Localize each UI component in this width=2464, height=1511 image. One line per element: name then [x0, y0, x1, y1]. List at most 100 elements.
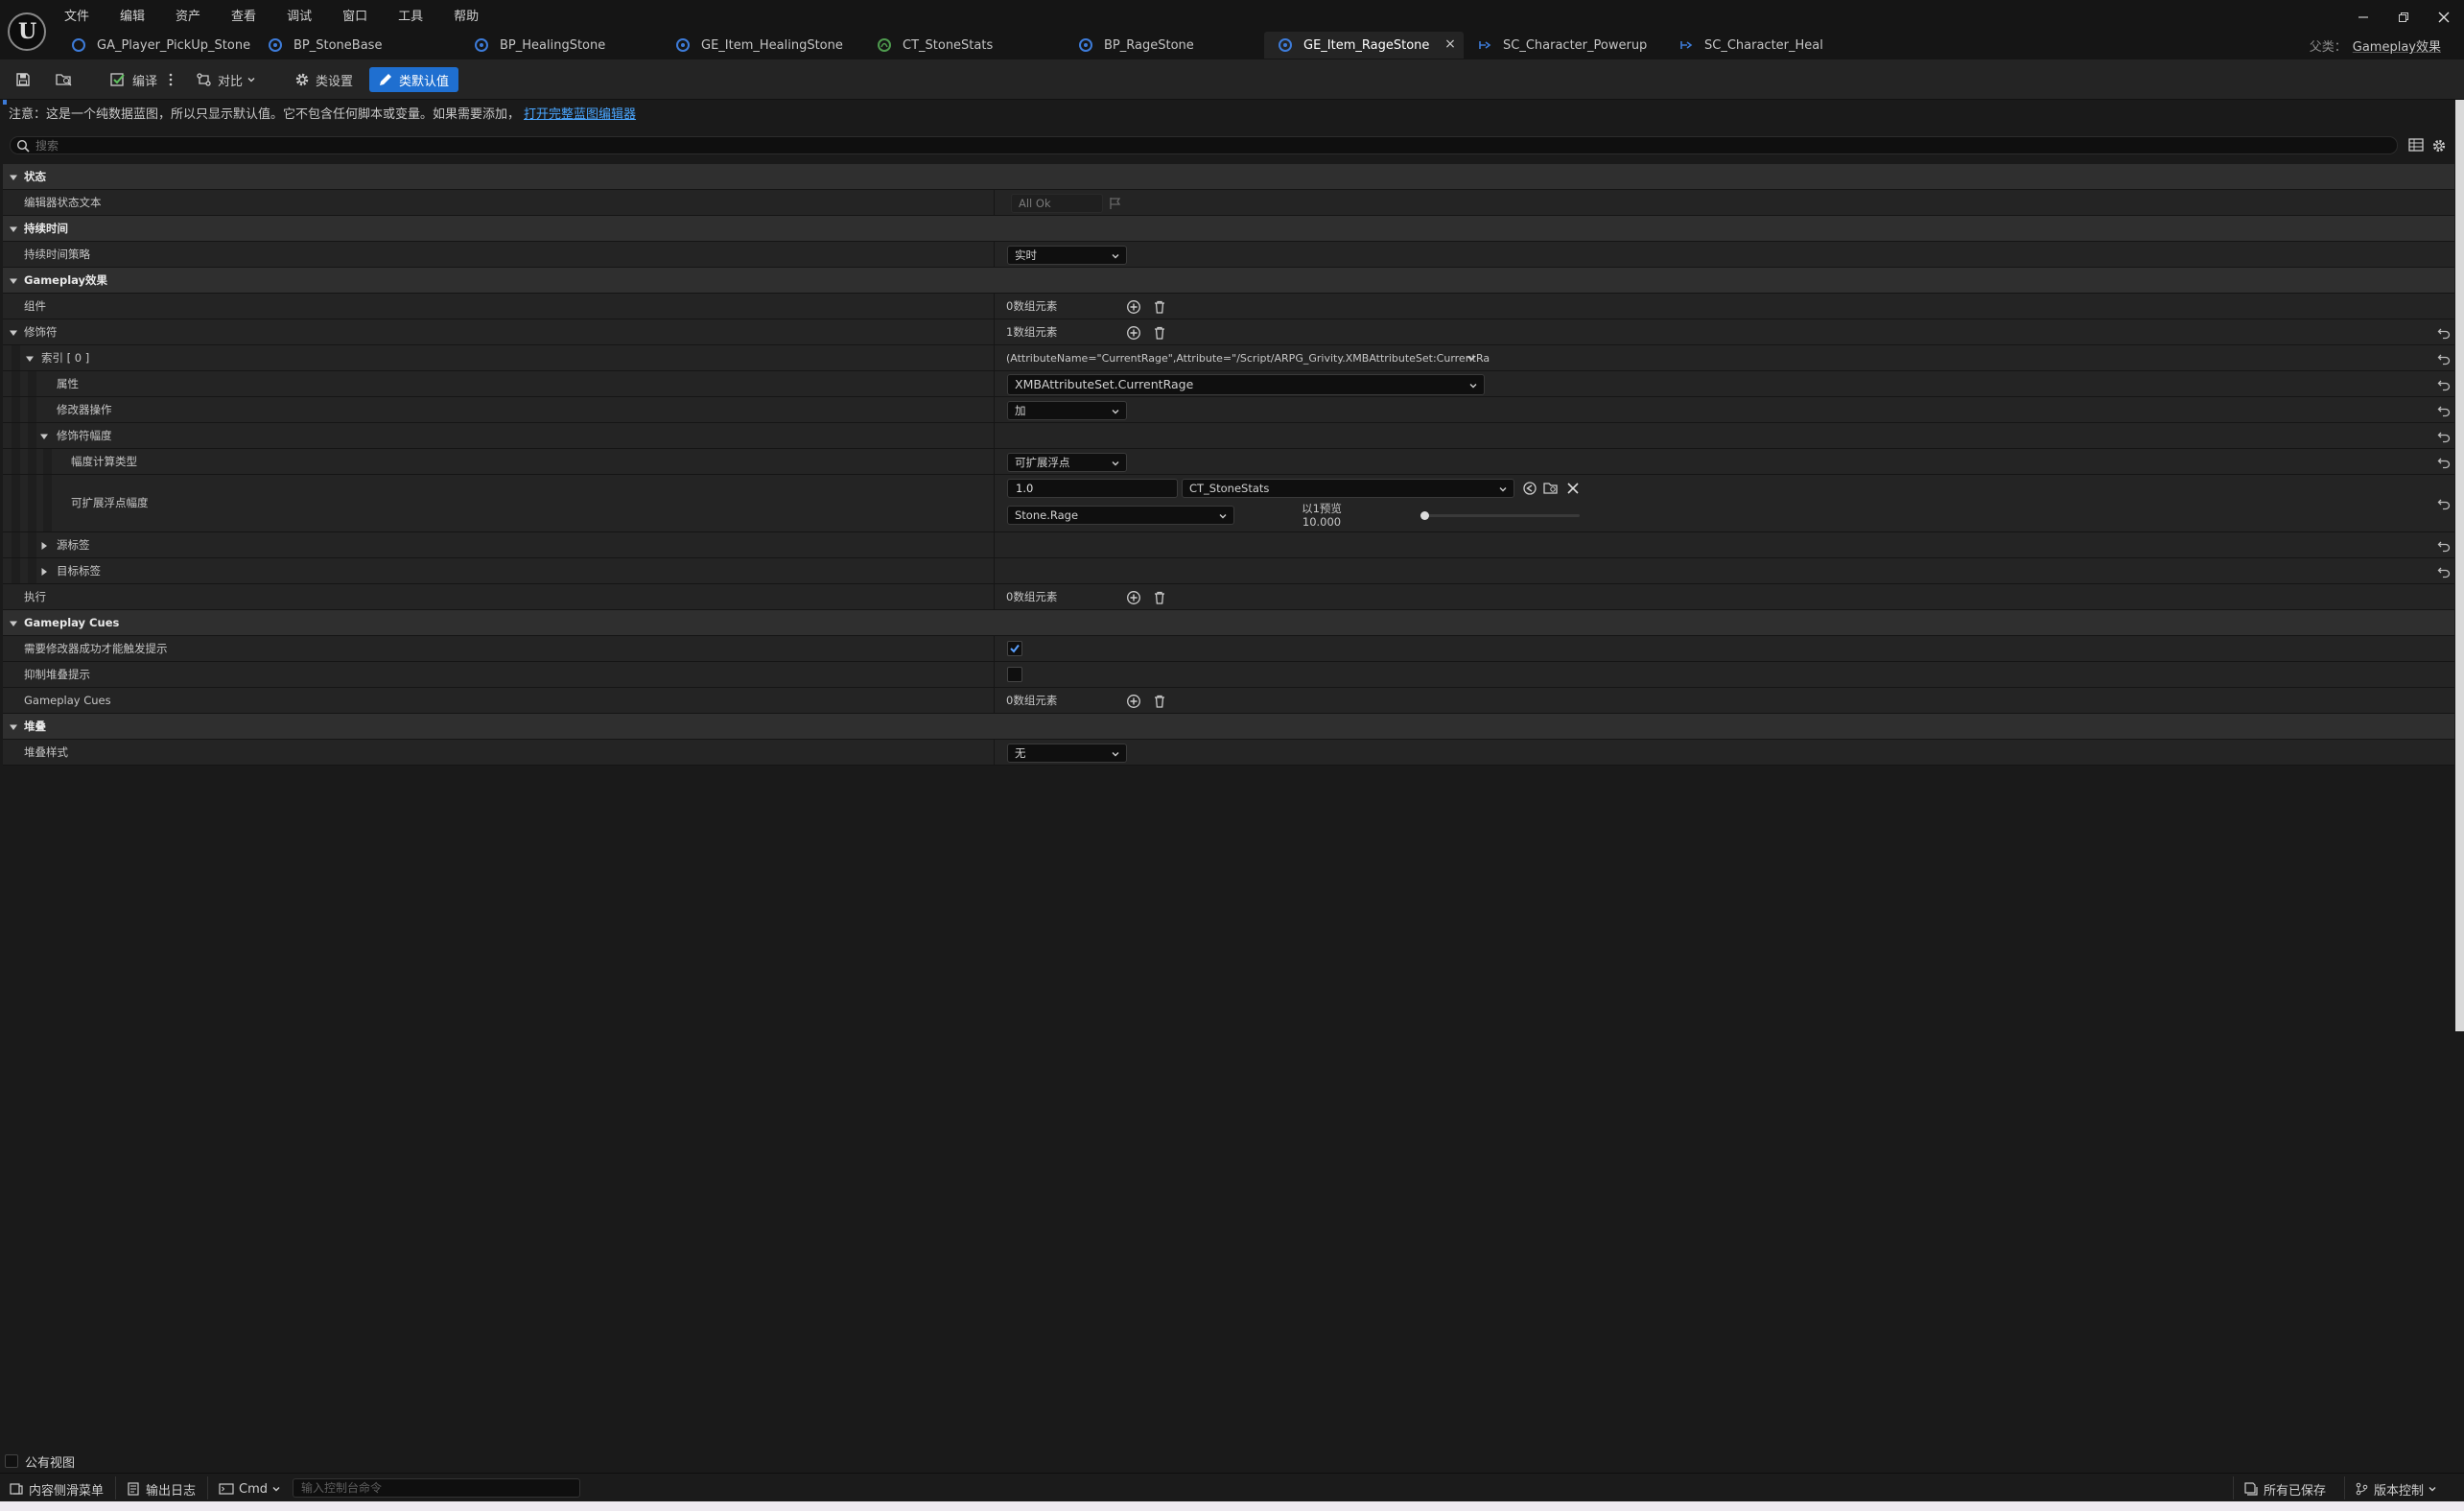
category-duration[interactable]: 持续时间: [3, 216, 2454, 242]
chevron-down-icon[interactable]: [1466, 352, 1477, 364]
reset-to-default-icon[interactable]: [2437, 539, 2451, 553]
menu-asset[interactable]: 资产: [175, 8, 210, 27]
tab-sc-character-heal[interactable]: SC_Character_Heal: [1665, 32, 1838, 59]
column-splitter: [994, 584, 995, 609]
menu-tools[interactable]: 工具: [397, 8, 433, 27]
reset-to-default-icon[interactable]: [2437, 456, 2451, 469]
tab-label: GE_Item_RageStone: [1303, 37, 1430, 53]
clear-icon[interactable]: [1565, 481, 1581, 496]
add-element-icon[interactable]: [1126, 694, 1141, 709]
window-controls: [2343, 4, 2464, 31]
tab-ge-item-healingstone[interactable]: GE_Item_HealingStone: [662, 32, 863, 59]
compile-button[interactable]: 编译: [109, 67, 176, 92]
reset-to-default-icon[interactable]: [2437, 497, 2451, 510]
divider: [207, 1476, 208, 1499]
category-status[interactable]: 状态: [3, 164, 2454, 190]
tab-ct-stonestats[interactable]: CT_StoneStats: [863, 32, 1065, 59]
source-tags-row: 源标签: [3, 532, 2454, 558]
save-icon[interactable]: [15, 67, 36, 92]
menu-window[interactable]: 窗口: [341, 8, 377, 27]
slider-handle[interactable]: [1420, 511, 1429, 520]
output-log-button[interactable]: 输出日志: [127, 1479, 196, 1499]
collapsed-arrow-icon[interactable]: [39, 567, 49, 577]
reset-to-default-icon[interactable]: [2437, 352, 2451, 366]
search-input[interactable]: [35, 137, 2337, 153]
indent-guide: [12, 371, 20, 396]
browse-asset-icon[interactable]: [56, 67, 77, 92]
expand-arrow-icon[interactable]: [39, 432, 49, 441]
duration-policy-dropdown[interactable]: 实时: [1007, 246, 1127, 265]
curve-table-dropdown[interactable]: CT_StoneStats: [1182, 479, 1514, 498]
public-view-toggle[interactable]: 公有视图: [5, 1452, 75, 1471]
trash-icon[interactable]: [1152, 325, 1167, 341]
column-splitter: [994, 242, 995, 267]
tab-bp-healingstone[interactable]: BP_HealingStone: [460, 32, 662, 59]
menu-edit[interactable]: 编辑: [119, 8, 154, 27]
restore-icon[interactable]: [2383, 4, 2424, 31]
menu-view[interactable]: 查看: [230, 8, 266, 27]
reset-to-default-icon[interactable]: [2437, 404, 2451, 417]
add-element-icon[interactable]: [1126, 299, 1141, 315]
category-gameplay-cues[interactable]: Gameplay Cues: [3, 610, 2454, 636]
content-drawer-button[interactable]: 内容侧滑菜单: [10, 1479, 104, 1499]
cmd-dropdown[interactable]: Cmd: [219, 1479, 281, 1499]
tab-label: GA_Player_PickUp_Stone: [97, 37, 251, 53]
diff-label: 对比: [218, 74, 244, 89]
table-view-icon[interactable]: [2408, 138, 2424, 152]
reset-to-default-icon[interactable]: [2437, 378, 2451, 391]
reset-to-default-icon[interactable]: [2437, 565, 2451, 578]
magnitude-calc-type-dropdown[interactable]: 可扩展浮点: [1007, 453, 1127, 472]
menu-file[interactable]: 文件: [63, 8, 99, 27]
gameplay-cues-row: Gameplay Cues 0数组元素: [3, 688, 2454, 714]
modifier-op-dropdown[interactable]: 加: [1007, 401, 1127, 420]
close-window-icon[interactable]: [2424, 4, 2464, 31]
chevron-down-icon: [247, 78, 255, 83]
class-settings-button[interactable]: 类设置: [293, 67, 361, 92]
menu-help[interactable]: 帮助: [453, 8, 488, 27]
browse-asset-icon[interactable]: [1543, 481, 1559, 496]
suppress-stacking-cues-checkbox[interactable]: [1007, 667, 1022, 682]
curve-row-dropdown[interactable]: Stone.Rage: [1007, 506, 1234, 525]
tab-sc-character-powerup[interactable]: SC_Character_Powerup: [1464, 32, 1665, 59]
trash-icon[interactable]: [1152, 299, 1167, 315]
category-gameplay-effect[interactable]: Gameplay效果: [3, 268, 2454, 294]
settings-gear-icon[interactable]: [2431, 138, 2447, 153]
tab-ge-item-ragestone[interactable]: GE_Item_RageStone ×: [1264, 32, 1464, 59]
add-element-icon[interactable]: [1126, 590, 1141, 605]
open-full-editor-link[interactable]: 打开完整蓝图编辑器: [524, 107, 636, 122]
parent-class-link[interactable]: Gameplay效果: [2353, 40, 2441, 55]
trash-icon[interactable]: [1152, 590, 1167, 605]
preview-level-slider[interactable]: [1420, 511, 1580, 520]
class-defaults-button[interactable]: 类默认值: [369, 67, 459, 92]
indent-guide: [28, 397, 36, 422]
console-command-input[interactable]: [293, 1478, 580, 1498]
collapsed-arrow-icon[interactable]: [39, 541, 49, 551]
all-saved-button[interactable]: 所有已保存: [2244, 1479, 2326, 1499]
stacking-type-dropdown[interactable]: 无: [1007, 744, 1127, 763]
expand-arrow-icon[interactable]: [9, 328, 18, 338]
compile-options-icon[interactable]: [169, 67, 178, 92]
tab-bp-ragestone[interactable]: BP_RageStone: [1065, 32, 1264, 59]
attribute-dropdown[interactable]: XMBAttributeSet.CurrentRage: [1007, 374, 1485, 395]
source-control-button[interactable]: 版本控制: [2355, 1479, 2437, 1499]
unreal-logo-icon[interactable]: U: [8, 12, 46, 51]
tab-ga-player-pickup-stone[interactable]: GA_Player_PickUp_Stone: [58, 32, 254, 59]
target-tags-row: 目标标签: [3, 558, 2454, 584]
use-selected-asset-icon[interactable]: [1522, 481, 1537, 496]
checkmark-icon: [1010, 644, 1020, 653]
expand-arrow-icon[interactable]: [25, 354, 35, 364]
reset-to-default-icon[interactable]: [2437, 326, 2451, 340]
reset-to-default-icon[interactable]: [2437, 430, 2451, 443]
menu-debug[interactable]: 调试: [286, 8, 321, 27]
public-view-label: 公有视图: [25, 1455, 76, 1471]
tab-bp-stonebase[interactable]: BP_StoneBase: [254, 32, 460, 59]
category-stacking[interactable]: 堆叠: [3, 714, 2454, 740]
require-modifier-success-checkbox[interactable]: [1007, 641, 1022, 656]
scalable-value-input[interactable]: 1.0: [1007, 479, 1178, 498]
minimize-icon[interactable]: [2343, 4, 2383, 31]
close-tab-icon[interactable]: ×: [1443, 36, 1458, 52]
add-element-icon[interactable]: [1126, 325, 1141, 341]
public-view-checkbox[interactable]: [5, 1454, 18, 1468]
diff-button[interactable]: 对比: [196, 67, 263, 92]
trash-icon[interactable]: [1152, 694, 1167, 709]
